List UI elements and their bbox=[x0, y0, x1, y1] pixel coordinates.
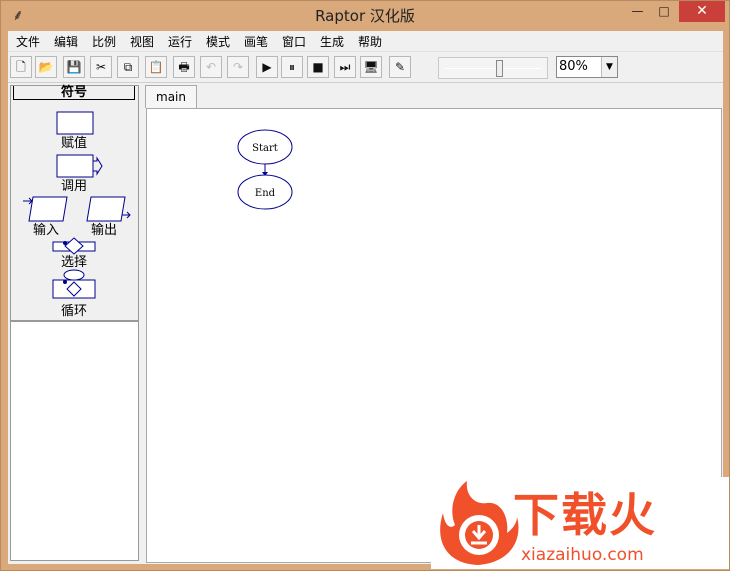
call-shape[interactable] bbox=[56, 154, 94, 178]
menu-mode[interactable]: 模式 bbox=[206, 33, 230, 50]
redo-icon[interactable]: ↷ bbox=[227, 56, 249, 78]
loop-label: 循环 bbox=[61, 304, 88, 319]
selection-dot bbox=[63, 241, 67, 245]
test-server-icon[interactable]: 🖥 bbox=[360, 56, 382, 78]
menu-view[interactable]: 视图 bbox=[130, 33, 154, 50]
watermark-text-cn: 下载火 bbox=[513, 488, 657, 542]
menu-run[interactable]: 运行 bbox=[168, 33, 192, 50]
input-label: 输入 bbox=[33, 223, 60, 238]
stop-icon[interactable]: ■ bbox=[307, 56, 329, 78]
menu-bar: 文件 编辑 比例 视图 运行 模式 画笔 窗口 生成 帮助 bbox=[8, 31, 723, 52]
call-arrow bbox=[93, 156, 103, 176]
symbols-panel: 符号 赋值 调用 输入 输出 选择 循环 bbox=[10, 85, 139, 321]
cut-icon[interactable]: ✂ bbox=[90, 56, 112, 78]
output-shape[interactable] bbox=[86, 196, 126, 222]
close-button[interactable]: ✕ bbox=[679, 1, 725, 22]
zoom-select[interactable]: 80% ▼ bbox=[556, 56, 618, 78]
input-shape[interactable] bbox=[28, 196, 68, 222]
step-icon[interactable]: ⏭ bbox=[334, 56, 356, 78]
undo-icon[interactable]: ↶ bbox=[200, 56, 222, 78]
pause-icon[interactable]: ⏸ bbox=[281, 56, 303, 78]
app-window: ⸙ Raptor 汉化版 — □ ✕ 文件 编辑 比例 视图 运行 模式 画笔 … bbox=[0, 0, 730, 571]
minimize-button[interactable]: — bbox=[625, 1, 650, 22]
assignment-label: 赋值 bbox=[61, 136, 88, 151]
watermark: 下载火 xiazaihuo.com bbox=[431, 477, 729, 569]
menu-generate[interactable]: 生成 bbox=[320, 33, 344, 50]
loop-oval bbox=[63, 269, 85, 281]
zoom-value: 80% bbox=[559, 59, 588, 74]
window-title: Raptor 汉化版 bbox=[315, 7, 415, 25]
tab-main[interactable]: main bbox=[145, 85, 197, 108]
menu-ink[interactable]: 画笔 bbox=[244, 33, 268, 50]
end-label: End bbox=[255, 188, 276, 199]
start-label: Start bbox=[252, 143, 278, 154]
menu-edit[interactable]: 编辑 bbox=[54, 33, 78, 50]
flame-logo-icon bbox=[440, 481, 519, 565]
selection-label: 选择 bbox=[61, 255, 88, 270]
input-arrow bbox=[23, 197, 33, 205]
output-label: 输出 bbox=[91, 223, 118, 238]
chevron-down-icon[interactable]: ▼ bbox=[601, 57, 617, 77]
title-bar[interactable]: ⸙ Raptor 汉化版 — □ ✕ bbox=[1, 1, 729, 31]
slider-thumb[interactable] bbox=[496, 60, 503, 77]
menu-file[interactable]: 文件 bbox=[16, 33, 40, 50]
run-icon[interactable]: ▶ bbox=[256, 56, 278, 78]
call-label: 调用 bbox=[61, 179, 88, 194]
assignment-shape[interactable] bbox=[56, 111, 94, 135]
menu-scale[interactable]: 比例 bbox=[92, 33, 116, 50]
watch-window[interactable] bbox=[10, 321, 139, 561]
loop-dot bbox=[63, 280, 67, 284]
output-arrow bbox=[122, 211, 131, 219]
new-file-icon[interactable]: 🗋 bbox=[10, 56, 32, 78]
symbol-shapes bbox=[23, 111, 131, 299]
paste-icon[interactable]: 📋 bbox=[145, 56, 167, 78]
save-icon[interactable]: 💾 bbox=[63, 56, 85, 78]
speed-slider[interactable] bbox=[438, 57, 548, 79]
menu-window[interactable]: 窗口 bbox=[282, 33, 306, 50]
open-folder-icon[interactable]: 📂 bbox=[35, 56, 57, 78]
menu-help[interactable]: 帮助 bbox=[358, 33, 382, 50]
watermark-text-en: xiazaihuo.com bbox=[521, 545, 644, 565]
slider-track-line bbox=[445, 68, 541, 69]
pen-icon[interactable]: ✎ bbox=[389, 56, 411, 78]
print-icon[interactable]: 🖶 bbox=[173, 56, 195, 78]
copy-icon[interactable]: ⧉ bbox=[117, 56, 139, 78]
toolbar: 🗋 📂 💾 ✂ ⧉ 📋 🖶 ↶ ↷ ▶ ⏸ ■ ⏭ 🖥 ✎ 80% ▼ bbox=[8, 53, 723, 83]
maximize-button[interactable]: □ bbox=[651, 1, 677, 22]
